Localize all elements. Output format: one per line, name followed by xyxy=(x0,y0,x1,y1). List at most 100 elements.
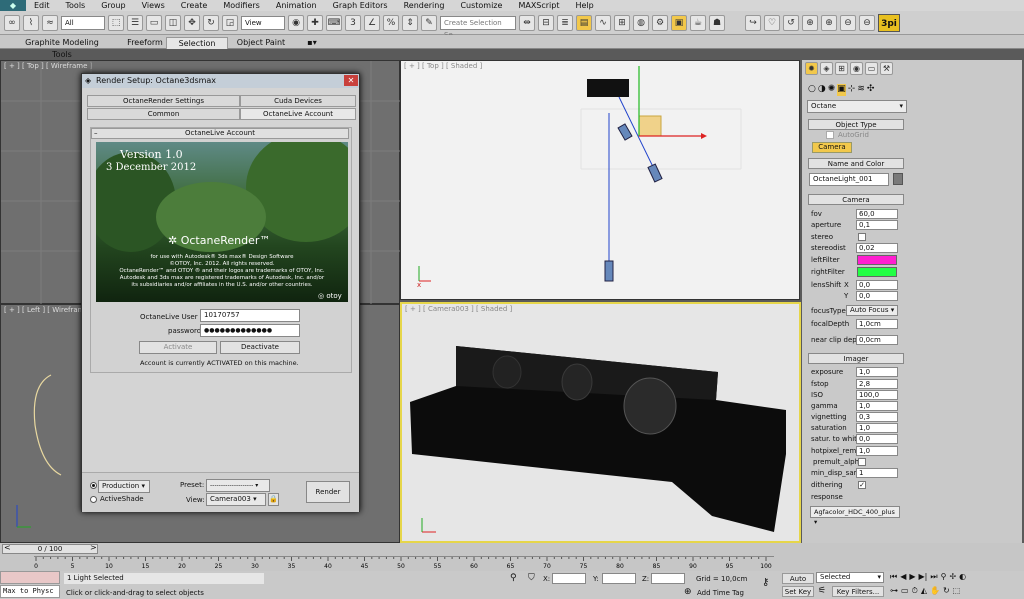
create-tab-icon[interactable]: ✹ xyxy=(805,62,818,75)
maximize-toggle-icon[interactable]: ⬚ xyxy=(953,586,961,598)
lights-icon[interactable]: ✺ xyxy=(828,84,836,96)
selection-filter-dropdown[interactable]: All xyxy=(61,15,105,30)
lock-icon[interactable]: 🔒 xyxy=(268,493,279,506)
select-manipulate-icon[interactable]: ✚ xyxy=(307,14,323,31)
category-dropdown[interactable]: Octane ▾ xyxy=(807,100,907,113)
menu-customize[interactable]: Customize xyxy=(452,0,510,11)
remove-icon[interactable]: ⊖ xyxy=(840,14,856,31)
key-icon[interactable]: ⚷ xyxy=(762,577,769,588)
cameras-icon[interactable]: ▣ xyxy=(837,84,846,96)
tab-octanelive-account[interactable]: OctaneLive Account xyxy=(240,108,356,120)
maxscript-mini-listener[interactable]: Max to Physc xyxy=(0,585,60,598)
menu-group[interactable]: Group xyxy=(93,0,133,11)
set-keys-icon[interactable]: ⚟ xyxy=(818,586,826,596)
viewport-camera003-shaded[interactable]: [ + ] [ Camera003 ] [ Shaded ] xyxy=(400,302,801,543)
lensshift-x-input[interactable]: 0,0 xyxy=(856,280,898,290)
premult-alpha-checkbox[interactable] xyxy=(858,458,866,466)
hotpixel-input[interactable]: 1,0 xyxy=(856,446,898,456)
mirror-icon[interactable]: ⇹ xyxy=(519,14,535,31)
stereodist-input[interactable]: 0,02 xyxy=(856,243,898,253)
graphite-toggle-icon[interactable]: ▤ xyxy=(576,14,592,31)
next-frame-icon[interactable]: ▶| xyxy=(919,572,928,584)
align-icon[interactable]: ⊟ xyxy=(538,14,554,31)
password-input[interactable]: ●●●●●●●●●●●●● xyxy=(200,324,300,337)
3pi-logo[interactable]: 3pi xyxy=(878,13,900,32)
zoom-all-icon[interactable]: ✢ xyxy=(949,572,956,584)
display-tab-icon[interactable]: ▭ xyxy=(865,62,878,75)
curve-editor-icon[interactable]: ∿ xyxy=(595,14,611,31)
remove-alt-icon[interactable]: ⊖ xyxy=(859,14,875,31)
systems-icon[interactable]: ✣ xyxy=(867,84,875,96)
key-mode-icon[interactable]: ⊶ xyxy=(890,586,898,598)
tab-graphite-modeling[interactable]: Graphite Modeling Tools xyxy=(16,37,108,59)
production-radio[interactable] xyxy=(90,482,97,489)
field-of-view-icon[interactable]: ◭ xyxy=(921,586,927,598)
pan-icon[interactable]: ✋ xyxy=(930,586,940,598)
slider-prev-icon[interactable]: < xyxy=(4,543,11,552)
timeline-ruler[interactable]: 0 5 10 15 20 25 30 35 40 45 50 55 60 65 70 75 80 85 90 95 10… xyxy=(34,556,774,570)
account-rollout-header[interactable]: – OctaneLive Account xyxy=(91,128,349,139)
rotate-icon[interactable]: ↻ xyxy=(203,14,219,31)
keyboard-shortcut-icon[interactable]: ⌨ xyxy=(326,14,342,31)
time-config-icon[interactable]: ⏱ xyxy=(912,586,918,598)
min-disp-samp-input[interactable]: 1 xyxy=(856,468,898,478)
shapes-icon[interactable]: ◑ xyxy=(818,84,826,96)
named-selection-set-dropdown[interactable]: Create Selection Se xyxy=(440,15,516,39)
pivot-center-icon[interactable]: ◉ xyxy=(288,14,304,31)
scale-icon[interactable]: ◲ xyxy=(222,14,238,31)
y-coord-input[interactable] xyxy=(602,573,636,584)
orbit-icon[interactable]: ◐ xyxy=(959,572,966,584)
fov-input[interactable]: 60,0 xyxy=(856,209,898,219)
view-dropdown[interactable]: Camera003 ▾ xyxy=(206,493,266,506)
menu-tools[interactable]: Tools xyxy=(58,0,94,11)
curve-tool-icon[interactable]: ♡ xyxy=(764,14,780,31)
tab-common[interactable]: Common xyxy=(87,108,240,120)
spacewarps-icon[interactable]: ≋ xyxy=(857,84,865,96)
key-filters-button[interactable]: Key Filters... xyxy=(832,586,884,597)
menu-create[interactable]: Create xyxy=(173,0,216,11)
menu-maxscript[interactable]: MAXScript xyxy=(510,0,567,11)
close-icon[interactable]: ✕ xyxy=(344,75,358,86)
spinner-snap-icon[interactable]: ⇕ xyxy=(402,14,418,31)
object-name-input[interactable]: OctaneLight_001 xyxy=(809,173,889,186)
set-key-button[interactable]: Set Key xyxy=(782,586,814,597)
play-icon[interactable]: ▶ xyxy=(909,572,915,584)
iso-input[interactable]: 100,0 xyxy=(856,390,898,400)
menu-animation[interactable]: Animation xyxy=(268,0,325,11)
imager-rollout[interactable]: Imager xyxy=(808,353,904,364)
satur-to-white-input[interactable]: 0,0 xyxy=(856,434,898,444)
link-icon[interactable]: ∞ xyxy=(4,14,20,31)
percent-snap-icon[interactable]: % xyxy=(383,14,399,31)
focustype-dropdown[interactable]: Auto Focus ▾ xyxy=(846,305,898,316)
add-icon[interactable]: ⊕ xyxy=(821,14,837,31)
tab-octanerender-settings[interactable]: OctaneRender Settings xyxy=(87,95,240,107)
utilities-tab-icon[interactable]: ⚒ xyxy=(880,62,893,75)
response-dropdown[interactable]: Agfacolor_HDC_400_plus ▾ xyxy=(810,506,900,526)
isolate-selection-icon[interactable]: ⚲ xyxy=(510,573,517,583)
tab-freeform[interactable]: Freeform xyxy=(120,37,170,49)
hierarchy-tab-icon[interactable]: ⊞ xyxy=(835,62,848,75)
reference-coord-dropdown[interactable]: View xyxy=(241,15,285,30)
activate-button[interactable]: Activate xyxy=(139,341,217,354)
focaldepth-input[interactable]: 1,0cm xyxy=(856,319,898,329)
menu-rendering[interactable]: Rendering xyxy=(396,0,453,11)
select-object-icon[interactable]: ⬚ xyxy=(108,14,124,31)
previous-frame-icon[interactable]: ◀ xyxy=(900,572,906,584)
go-to-start-icon[interactable]: ⏮ xyxy=(890,572,897,584)
menu-help[interactable]: Help xyxy=(568,0,602,11)
rectangle-selection-icon[interactable]: ▭ xyxy=(146,14,162,31)
gamma-input[interactable]: 1,0 xyxy=(856,401,898,411)
tab-selection[interactable]: Selection xyxy=(166,37,228,49)
autogrid-checkbox[interactable] xyxy=(826,131,834,139)
production-dropdown[interactable]: Production ▾ xyxy=(98,480,150,493)
aperture-input[interactable]: 0,1 xyxy=(856,220,898,230)
geometry-icon[interactable]: ○ xyxy=(808,84,816,96)
fstop-input[interactable]: 2,8 xyxy=(856,379,898,389)
select-by-name-icon[interactable]: ☰ xyxy=(127,14,143,31)
bind-icon[interactable]: ≈ xyxy=(42,14,58,31)
go-to-end-icon[interactable]: ⏭ xyxy=(930,572,937,584)
render-setup-icon[interactable]: ⚙ xyxy=(652,14,668,31)
render-iterative-icon[interactable]: ☗ xyxy=(709,14,725,31)
camera-create-button[interactable]: Camera xyxy=(812,142,852,153)
schematic-view-icon[interactable]: ⊞ xyxy=(614,14,630,31)
